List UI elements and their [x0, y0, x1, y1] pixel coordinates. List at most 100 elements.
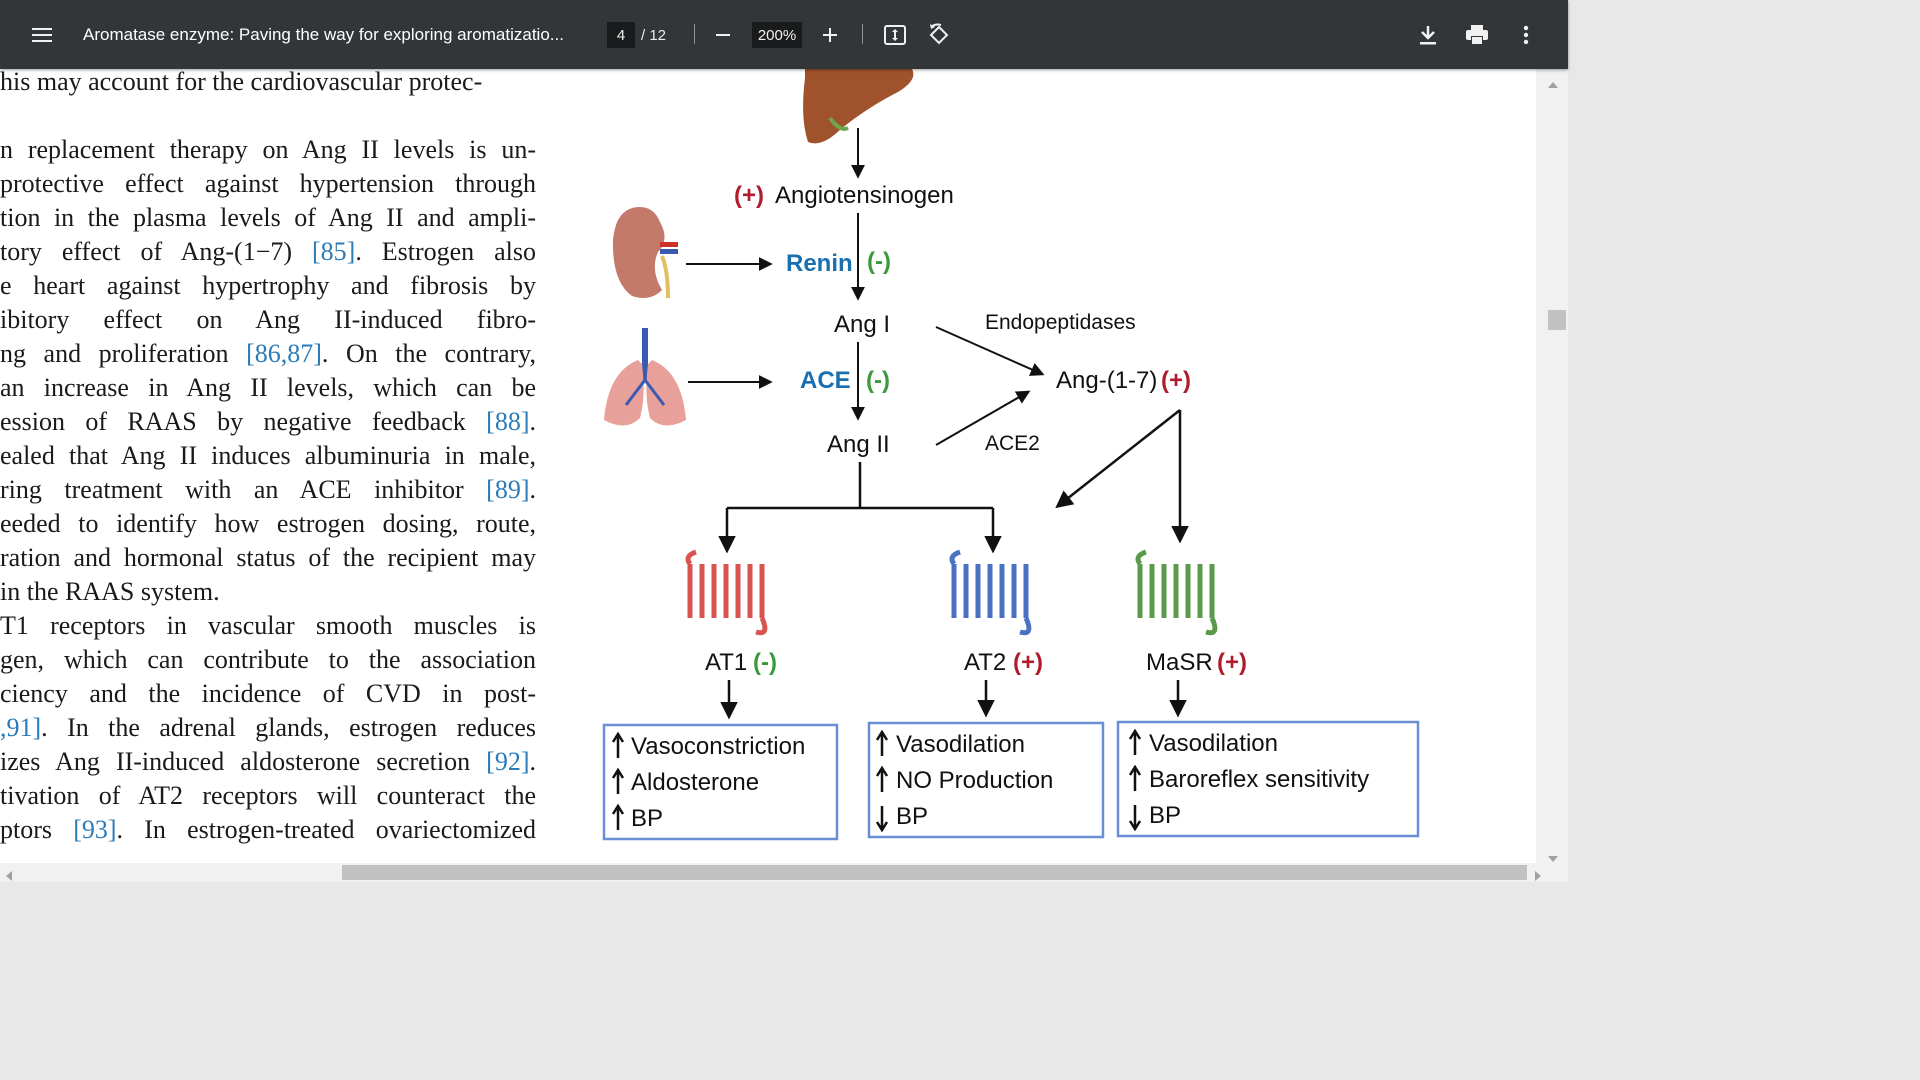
- arrow: [1055, 409, 1181, 509]
- text-segment: .: [529, 475, 537, 504]
- ace-sign: (-): [866, 367, 890, 394]
- text-segment: ration and hormonal status of the recipi…: [0, 543, 536, 572]
- document-title: Aromatase enzyme: Paving the way for exp…: [83, 25, 564, 44]
- at2-receptor-icon: [949, 549, 1032, 636]
- text-segment: protective effect against hypertension t…: [0, 169, 536, 198]
- at1-receptor-icon: [685, 549, 768, 636]
- text-line: ciency and the incidence of CVD in post-: [0, 679, 536, 709]
- scroll-left-icon[interactable]: [6, 868, 12, 886]
- kidney-icon: [612, 207, 678, 299]
- text-line: tion in the plasma levels of Ang II and …: [0, 203, 536, 233]
- citation-link[interactable]: [93]: [73, 815, 116, 844]
- text-segment: tory effect of Ang-(1−7): [0, 237, 312, 266]
- raas-figure: (+) Angiotensinogen Renin (-) Ang I ACE …: [602, 69, 1420, 841]
- text-segment: tion in the plasma levels of Ang II and …: [0, 203, 536, 232]
- text-line: ptors [93]. In estrogen-treated ovariect…: [0, 815, 536, 845]
- text-segment: .: [529, 747, 537, 776]
- effect-text: NO Production: [896, 767, 1053, 794]
- text-segment: ibitory effect on Ang II-induced fibro-: [0, 305, 536, 334]
- ang1-label: Ang I: [834, 311, 890, 338]
- text-segment: T1 receptors in vascular smooth muscles …: [0, 611, 536, 640]
- masr-label: MaSR: [1146, 649, 1213, 676]
- print-icon[interactable]: [1463, 21, 1491, 49]
- text-line: tory effect of Ang-(1−7) [85]. Estrogen …: [0, 237, 536, 267]
- renin-label: Renin: [786, 250, 853, 277]
- text-line: eeded to identify how estrogen dosing, r…: [0, 509, 536, 539]
- citation-link[interactable]: ,91]: [0, 713, 41, 742]
- hamburger-menu-icon[interactable]: [28, 22, 56, 48]
- at2-label: AT2: [964, 649, 1006, 676]
- horizontal-scroll-thumb[interactable]: [342, 865, 1527, 880]
- zoom-out-icon[interactable]: [710, 22, 736, 48]
- text-segment: gen, which can contribute to the associa…: [0, 645, 536, 674]
- masr-receptor-icon: [1135, 549, 1218, 636]
- text-line: an increase in Ang II levels, which can …: [0, 373, 536, 403]
- text-line: ealed that Ang II induces albuminuria in…: [0, 441, 536, 471]
- effect-text: BP: [631, 805, 663, 832]
- vertical-scrollbar[interactable]: [1536, 69, 1568, 863]
- text-line: ng and proliferation [86,87]. On the con…: [0, 339, 536, 369]
- angiotensinogen-label: Angiotensinogen: [775, 182, 954, 209]
- pdf-page-viewport: his may account for the cardiovascular p…: [0, 69, 1536, 863]
- text-segment: tivation of AT2 receptors will counterac…: [0, 781, 536, 810]
- scroll-right-icon[interactable]: [1535, 868, 1541, 886]
- text-segment: . In the adrenal glands, estrogen reduce…: [41, 713, 536, 742]
- at1-label: AT1: [705, 649, 747, 676]
- endopeptidases-label: Endopeptidases: [985, 311, 1136, 334]
- text-line: T1 receptors in vascular smooth muscles …: [0, 611, 536, 641]
- text-segment: ring treatment with an ACE inhibitor: [0, 475, 487, 504]
- more-options-icon[interactable]: [1514, 21, 1538, 49]
- page-total: / 12: [641, 26, 667, 44]
- toolbar-divider: [862, 24, 863, 44]
- ang17-sign: (+): [1161, 367, 1191, 394]
- text-segment: e heart against hypertrophy and fibrosis…: [0, 271, 536, 300]
- text-segment: an increase in Ang II levels, which can …: [0, 373, 536, 402]
- text-line: ring treatment with an ACE inhibitor [89…: [0, 475, 536, 505]
- text-segment: izes Ang II-induced aldosterone secretio…: [0, 747, 487, 776]
- download-icon[interactable]: [1415, 21, 1441, 49]
- text-segment: ptors: [0, 815, 74, 844]
- text-segment: . On the contrary,: [321, 339, 536, 368]
- toolbar-divider: [694, 24, 695, 44]
- effect-text: Baroreflex sensitivity: [1149, 766, 1369, 793]
- text-segment: . In estrogen-treated ovariectomized: [116, 815, 536, 844]
- citation-link[interactable]: [89]: [486, 475, 529, 504]
- citation-link[interactable]: [85]: [312, 237, 355, 266]
- text-line: ,91]. In the adrenal glands, estrogen re…: [0, 713, 536, 743]
- text-segment: . Estrogen also: [355, 237, 536, 266]
- text-segment: his may account for the cardiovascular p…: [0, 69, 483, 96]
- effect-text: Vasodilation: [1149, 730, 1278, 757]
- text-line: protective effect against hypertension t…: [0, 169, 536, 199]
- angiotensinogen-sign: (+): [734, 182, 764, 209]
- text-segment: ng and proliferation: [0, 339, 247, 368]
- text-line: his may account for the cardiovascular p…: [0, 69, 536, 97]
- scroll-up-icon[interactable]: [1548, 75, 1558, 93]
- text-line: n replacement therapy on Ang II levels i…: [0, 135, 536, 165]
- renin-sign: (-): [867, 248, 891, 275]
- text-line: ration and hormonal status of the recipi…: [0, 543, 536, 573]
- text-line: ibitory effect on Ang II-induced fibro-: [0, 305, 536, 335]
- arrow: [935, 326, 1045, 376]
- at2-sign: (+): [1013, 649, 1043, 676]
- citation-link[interactable]: [92]: [486, 747, 529, 776]
- fit-page-icon[interactable]: [881, 21, 909, 49]
- citation-link[interactable]: [86,87]: [246, 339, 322, 368]
- masr-sign: (+): [1217, 649, 1247, 676]
- text-line: gen, which can contribute to the associa…: [0, 645, 536, 675]
- text-segment: .: [529, 407, 537, 436]
- effect-text: Vasodilation: [896, 731, 1025, 758]
- ace-label: ACE: [800, 367, 851, 394]
- citation-link[interactable]: [88]: [486, 407, 529, 436]
- rotate-icon[interactable]: [925, 21, 953, 49]
- text-segment: ciency and the incidence of CVD in post-: [0, 679, 536, 708]
- vertical-scroll-thumb[interactable]: [1548, 310, 1566, 330]
- zoom-in-icon[interactable]: [817, 22, 843, 48]
- text-segment: eeded to identify how estrogen dosing, r…: [0, 509, 536, 538]
- ang17-label: Ang-(1-7): [1056, 367, 1157, 394]
- zoom-level-input[interactable]: 200%: [752, 22, 802, 48]
- pdf-toolbar: Aromatase enzyme: Paving the way for exp…: [0, 0, 1568, 69]
- horizontal-scrollbar[interactable]: [0, 863, 1568, 882]
- page-number-input[interactable]: 4: [607, 22, 635, 48]
- text-line: tivation of AT2 receptors will counterac…: [0, 781, 536, 811]
- text-segment: n replacement therapy on Ang II levels i…: [0, 135, 536, 164]
